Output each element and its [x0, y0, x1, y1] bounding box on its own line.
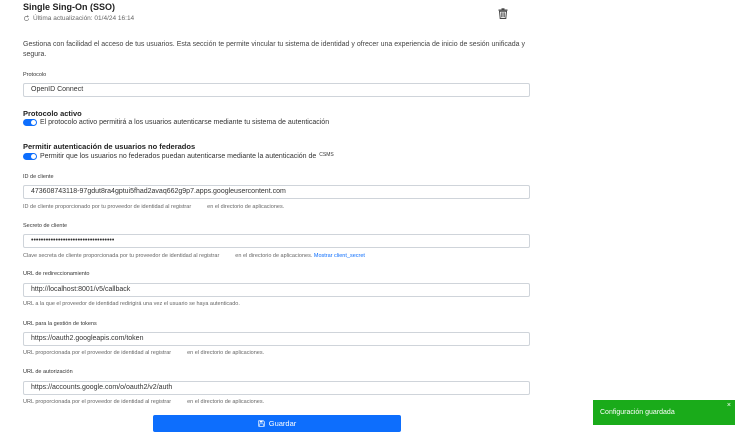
client-id-input[interactable]: 473608743118-97gdut8ra4gptui5fhad2avaq66…	[23, 185, 530, 199]
refresh-icon	[24, 15, 29, 21]
save-button[interactable]: Guardar	[153, 415, 401, 432]
save-icon	[258, 420, 265, 427]
client-secret-help: Clave secreta de cliente proporcionada p…	[23, 253, 365, 259]
toast-message: Configuración guardada	[600, 409, 675, 416]
client-id-label: ID de cliente	[23, 174, 54, 180]
sso-settings-panel: Single Sing-On (SSO) Última actualizació…	[0, 0, 545, 445]
non-federated-text: Permitir que los usuarios no federados p…	[40, 153, 317, 160]
auth-url-help: URL proporcionada por el proveedor de id…	[23, 399, 264, 405]
non-federated-row: Permitir que los usuarios no federados p…	[23, 151, 334, 160]
close-icon[interactable]: ×	[727, 402, 731, 409]
non-federated-toggle[interactable]	[23, 153, 37, 160]
token-url-help: URL proporcionada por el proveedor de id…	[23, 350, 264, 356]
protocol-label: Protocolo	[23, 72, 47, 78]
protocol-select[interactable]: OpenID Connect	[23, 83, 530, 97]
save-button-label: Guardar	[268, 419, 297, 428]
auth-url-label: URL de autorización	[23, 369, 73, 375]
client-id-help-b: en el directorio de aplicaciones.	[207, 204, 285, 210]
active-protocol-row: El protocolo activo permitirá a los usua…	[23, 119, 329, 126]
client-secret-label: Secreto de cliente	[23, 223, 68, 229]
page-title: Single Sing-On (SSO)	[23, 2, 115, 12]
redirect-url-help: URL a la que el proveedor de identidad r…	[23, 301, 240, 307]
client-id-help: ID de cliente proporcionado por tu prove…	[23, 204, 284, 210]
token-url-help-b: en el directorio de aplicaciones.	[187, 350, 265, 356]
auth-url-help-b: en el directorio de aplicaciones.	[187, 399, 265, 405]
redirect-url-input[interactable]: http://localhost:8001/v5/callback	[23, 283, 530, 297]
token-url-input[interactable]: https://oauth2.googleapis.com/token	[23, 332, 530, 346]
token-url-label: URL para la gestión de tokens	[23, 321, 97, 327]
active-protocol-toggle[interactable]	[23, 119, 37, 126]
auth-url-help-a: URL proporcionada por el proveedor de id…	[23, 399, 172, 405]
client-secret-help-b: en el directorio de aplicaciones.	[235, 253, 313, 259]
client-secret-input[interactable]: ••••••••••••••••••••••••••••••••••	[23, 234, 530, 248]
client-id-help-a: ID de cliente proporcionado por tu prove…	[23, 204, 192, 210]
show-client-secret-link[interactable]: Mostrar client_secret	[314, 253, 365, 259]
redirect-url-label: URL de redireccionamiento	[23, 271, 90, 277]
auth-url-input[interactable]: https://accounts.google.com/o/oauth2/v2/…	[23, 381, 530, 395]
active-protocol-title: Protocolo activo	[23, 109, 82, 118]
client-secret-help-a: Clave secreta de cliente proporcionada p…	[23, 253, 220, 259]
success-toast: Configuración guardada ×	[593, 400, 735, 425]
last-updated-text: Última actualización: 01/4/24 16:14	[33, 15, 135, 22]
non-federated-suffix: CSMS	[319, 151, 334, 158]
last-updated: Última actualización: 01/4/24 16:14	[23, 15, 134, 22]
token-url-help-a: URL proporcionada por el proveedor de id…	[23, 350, 172, 356]
non-federated-title: Permitir autenticación de usuarios no fe…	[23, 142, 196, 151]
trash-icon[interactable]	[498, 8, 508, 19]
active-protocol-text: El protocolo activo permitirá a los usua…	[40, 119, 330, 126]
page-description: Gestiona con facilidad el acceso de tus …	[23, 41, 525, 58]
